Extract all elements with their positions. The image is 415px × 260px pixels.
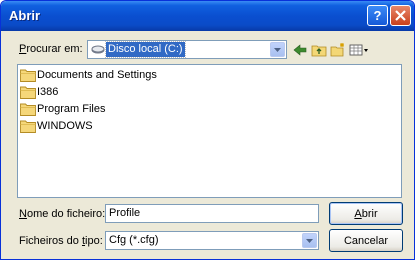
drive-icon xyxy=(91,45,105,54)
folder-icon xyxy=(20,103,36,116)
list-item-label: Documents and Settings xyxy=(37,69,157,81)
new-folder-icon[interactable] xyxy=(330,42,346,58)
title-bar[interactable]: Abrir ? xyxy=(1,1,414,31)
file-list[interactable]: Documents and Settings I386 Program File… xyxy=(17,64,402,198)
folder-icon xyxy=(20,69,36,82)
filename-field[interactable]: Profile xyxy=(105,204,319,223)
folder-icon xyxy=(20,120,36,133)
list-item[interactable]: Documents and Settings xyxy=(20,67,157,83)
list-item-label: WINDOWS xyxy=(37,120,93,132)
view-menu-icon[interactable] xyxy=(349,42,369,58)
filetype-dropdown-arrow[interactable] xyxy=(302,233,317,248)
lookin-dropdown-arrow[interactable] xyxy=(270,42,285,57)
lookin-label: Procurar em: xyxy=(19,43,83,55)
open-button[interactable]: Abrir xyxy=(329,202,403,225)
close-button[interactable] xyxy=(390,5,411,26)
window-title: Abrir xyxy=(9,8,41,23)
open-dialog: Abrir ? Procurar em: Disco local (C:) Do… xyxy=(0,0,415,260)
list-item-label: Program Files xyxy=(37,103,106,115)
list-item-label: I386 xyxy=(37,86,59,98)
filetype-value: Cfg (*.cfg) xyxy=(109,234,159,246)
close-icon xyxy=(395,10,406,21)
filename-label: Nome do ficheiro: xyxy=(19,208,106,220)
lookin-value: Disco local (C:) xyxy=(105,41,186,58)
back-icon[interactable] xyxy=(292,42,308,58)
lookin-dropdown[interactable]: Disco local (C:) xyxy=(87,40,287,59)
list-item[interactable]: WINDOWS xyxy=(20,118,93,134)
chevron-down-icon xyxy=(306,238,313,243)
cancel-button[interactable]: Cancelar xyxy=(329,229,403,252)
folder-icon xyxy=(20,86,36,99)
list-item[interactable]: I386 xyxy=(20,84,58,100)
list-item[interactable]: Program Files xyxy=(20,101,105,117)
filetype-dropdown[interactable]: Cfg (*.cfg) xyxy=(105,231,319,250)
filetype-label: Ficheiros do tipo: xyxy=(19,235,103,247)
help-icon: ? xyxy=(373,8,382,23)
up-folder-icon[interactable] xyxy=(311,42,327,58)
help-button[interactable]: ? xyxy=(367,5,388,26)
chevron-down-icon xyxy=(274,47,281,52)
